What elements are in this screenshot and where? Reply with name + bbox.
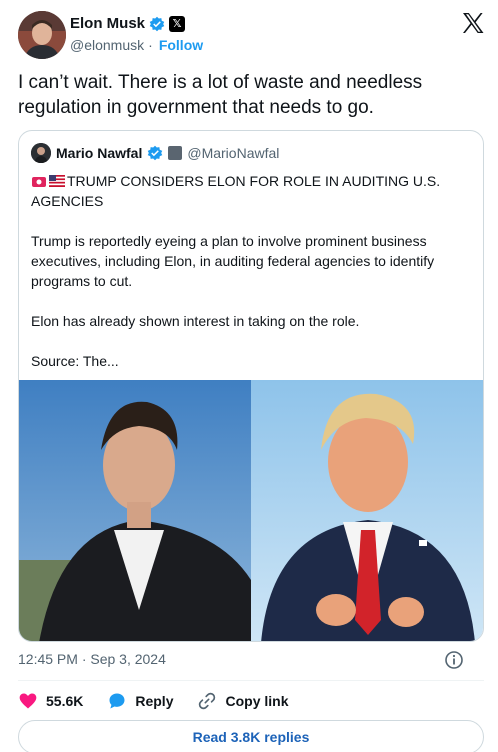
quoted-paragraph: Elon has already shown interest in takin…	[31, 313, 360, 329]
like-button[interactable]: 55.6K	[18, 691, 83, 711]
us-flag-icon	[49, 175, 65, 187]
quoted-author-handle: @MarioNawfal	[187, 145, 280, 161]
reply-button[interactable]: Reply	[107, 691, 173, 711]
photo-right	[251, 380, 483, 641]
info-icon[interactable]	[444, 650, 464, 670]
x-logo-icon[interactable]	[460, 11, 486, 35]
quoted-media-image[interactable]	[19, 380, 483, 641]
reply-bubble-icon	[109, 693, 125, 709]
reply-label: Reply	[135, 693, 174, 709]
tweet-text: I can’t wait. There is a lot of waste an…	[18, 72, 423, 118]
read-replies-button[interactable]: Read 3.8K replies	[18, 720, 484, 752]
action-bar: 55.6K Reply Copy link	[18, 689, 313, 713]
verified-badge-icon	[149, 16, 165, 31]
tweet-timestamp[interactable]: 12:45 PM · Sep 3, 2024	[18, 651, 484, 667]
copy-link-label: Copy link	[225, 693, 289, 709]
quoted-affiliate-badge-icon	[168, 146, 183, 160]
quoted-author-avatar	[31, 143, 51, 163]
link-icon	[199, 692, 216, 710]
heart-icon	[19, 693, 37, 709]
photo-left	[19, 380, 251, 641]
tweet-header: Elon Musk 𝕏 @elonmusk · Follow	[18, 11, 488, 59]
quoted-verified-badge-icon	[148, 145, 163, 161]
quoted-paragraph: Trump is reportedly eyeing a plan to inv…	[31, 233, 435, 289]
quoted-author-name: Mario Nawfal	[56, 145, 143, 161]
follow-button[interactable]: Follow	[159, 37, 203, 53]
quoted-paragraph-truncated: Source: The...	[31, 353, 119, 369]
author-avatar[interactable]	[18, 11, 66, 59]
handle-separator: ·	[148, 37, 153, 53]
quoted-tweet-card[interactable]: Mario Nawfal @MarioNawfal TRUMP CONSIDER…	[18, 130, 484, 642]
like-count: 55.6K	[46, 693, 84, 709]
quoted-headline-text: TRUMP CONSIDERS ELON FOR ROLE IN AUDITIN…	[31, 173, 441, 209]
divider	[18, 680, 484, 681]
siren-icon	[32, 177, 46, 187]
affiliate-x-badge-icon: 𝕏	[169, 15, 186, 32]
quoted-headline: TRUMP CONSIDERS ELON FOR ROLE IN AUDITIN…	[31, 171, 471, 211]
author-display-name[interactable]: Elon Musk	[70, 15, 145, 32]
copy-link-button[interactable]: Copy link	[197, 691, 289, 711]
author-handle[interactable]: @elonmusk	[70, 37, 144, 53]
